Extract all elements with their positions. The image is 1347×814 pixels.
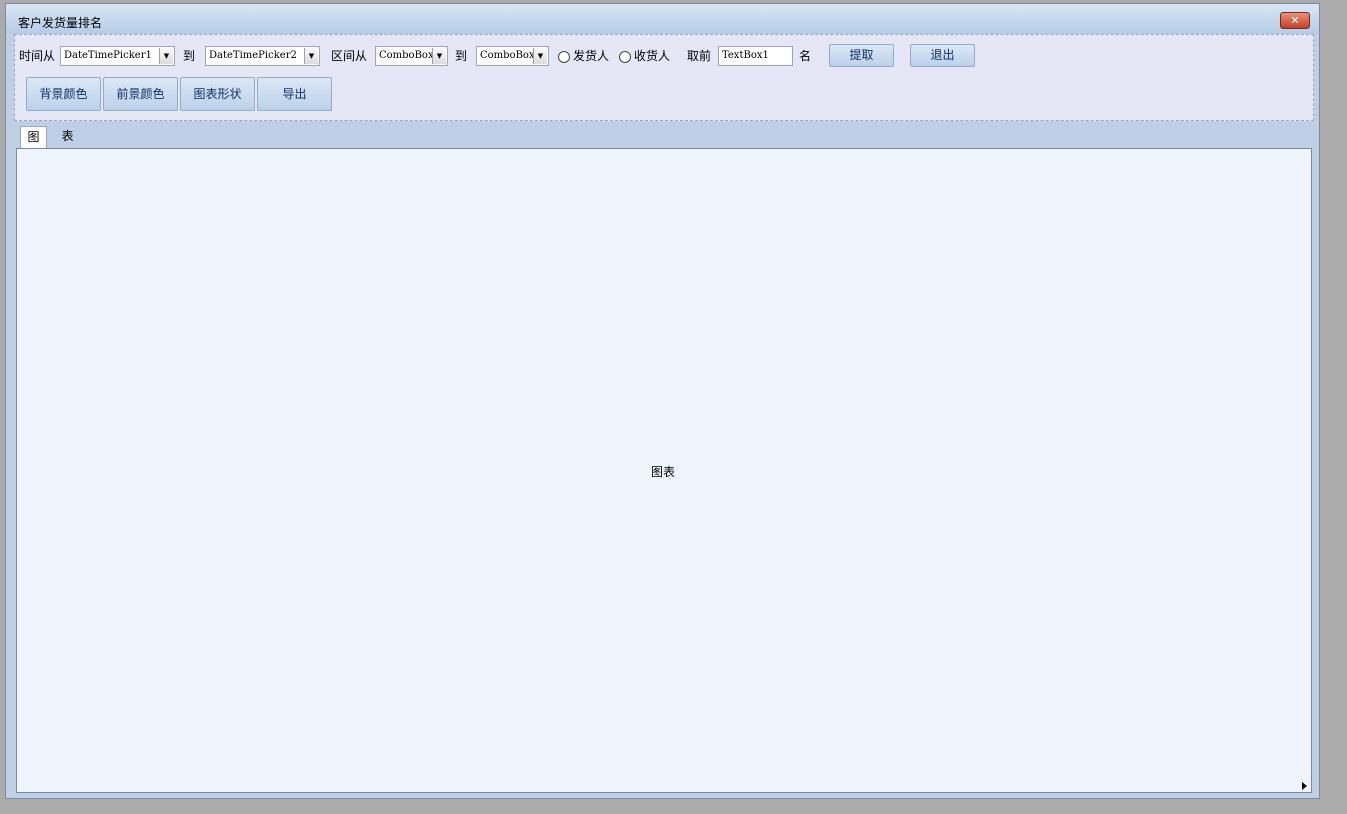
date-picker-end[interactable]: DateTimePicker2 ▼	[205, 46, 320, 66]
close-button[interactable]: ✕	[1280, 12, 1310, 29]
to-label: 到	[455, 49, 468, 63]
background-color-button[interactable]: 背景颜色	[26, 77, 101, 111]
window-title: 客户发货量排名	[18, 16, 103, 30]
filter-panel: 时间从 DateTimePicker1 ▼ 到 DateTimePicker2 …	[14, 34, 1314, 121]
background-color-button-label: 背景颜色	[39, 87, 88, 101]
combo-range-start[interactable]: ComboBox1 ▼	[375, 46, 448, 66]
title-bar[interactable]: 客户发货量排名 ✕	[6, 4, 1319, 34]
date-picker-start-value: DateTimePicker1	[64, 50, 152, 61]
chart-shape-button-label: 图表形状	[193, 87, 242, 101]
time-from-label: 时间从	[19, 49, 56, 63]
fetch-button-label: 提取	[849, 48, 874, 62]
export-button-label: 导出	[282, 87, 307, 101]
top-n-input-value: TextBox1	[722, 50, 769, 61]
dropdown-arrow-icon[interactable]: ▼	[159, 48, 173, 64]
chart-placeholder-text: 图表	[651, 465, 676, 479]
exit-button[interactable]: 退出	[910, 44, 975, 67]
chart-area[interactable]: 图表	[16, 148, 1312, 793]
sender-radio-label[interactable]: 发货人	[573, 49, 609, 63]
top-n-input[interactable]: TextBox1	[718, 46, 793, 66]
close-icon: ✕	[1290, 14, 1300, 27]
receiver-radio[interactable]	[619, 51, 631, 63]
export-button[interactable]: 导出	[257, 77, 332, 111]
exit-button-label: 退出	[930, 48, 955, 62]
chart-shape-button[interactable]: 图表形状	[180, 77, 255, 111]
top-n-label: 取前	[687, 49, 712, 63]
range-from-label: 区间从	[331, 49, 368, 63]
combo-range-start-value: ComboBox1	[379, 50, 440, 61]
to-label: 到	[183, 49, 196, 63]
combo-range-end[interactable]: ComboBox2 ▼	[476, 46, 549, 66]
dropdown-arrow-icon[interactable]: ▼	[533, 48, 547, 64]
scroll-right-icon[interactable]	[1302, 782, 1307, 790]
tab-table-label: 表	[61, 129, 74, 143]
tab-strip: 图 表	[14, 124, 1314, 149]
receiver-radio-label[interactable]: 收货人	[634, 49, 670, 63]
tab-chart-label: 图	[27, 130, 40, 144]
dropdown-arrow-icon[interactable]: ▼	[304, 48, 318, 64]
date-picker-start[interactable]: DateTimePicker1 ▼	[60, 46, 175, 66]
foreground-color-button[interactable]: 前景颜色	[103, 77, 178, 111]
tab-chart[interactable]: 图	[20, 126, 47, 148]
sender-radio[interactable]	[558, 51, 570, 63]
dropdown-arrow-icon[interactable]: ▼	[432, 48, 446, 64]
rank-suffix-label: 名	[799, 49, 812, 63]
date-picker-end-value: DateTimePicker2	[209, 50, 297, 61]
fetch-button[interactable]: 提取	[829, 44, 894, 67]
foreground-color-button-label: 前景颜色	[116, 87, 165, 101]
report-window: 客户发货量排名 ✕ 时间从 DateTimePicker1 ▼ 到 DateTi…	[5, 3, 1320, 799]
tab-table[interactable]: 表	[54, 126, 81, 148]
combo-range-end-value: ComboBox2	[480, 50, 541, 61]
